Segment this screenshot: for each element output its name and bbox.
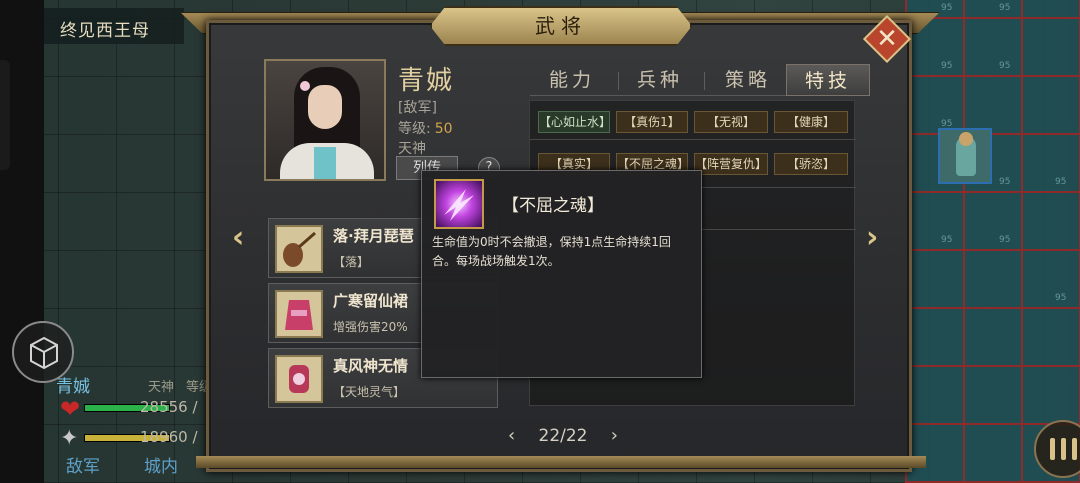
- hero-portrait: [264, 59, 386, 181]
- grid-label: 95: [999, 235, 1011, 245]
- tab-divider: [618, 72, 619, 90]
- grid-label: 95: [941, 61, 953, 71]
- tab-strategy[interactable]: 策略: [712, 64, 784, 96]
- next-general-arrow[interactable]: ›: [866, 220, 878, 255]
- equipment-name: 真风神无情: [333, 357, 409, 375]
- stage-title: 终见西王母: [44, 8, 184, 44]
- page-next-button[interactable]: ›: [611, 425, 618, 446]
- hero-level: 等级: 50: [398, 118, 453, 138]
- grid-label: 95: [941, 3, 953, 13]
- grid-label: 95: [999, 177, 1011, 187]
- tab-divider: [704, 72, 705, 90]
- skill-chip[interactable]: 【无视】: [694, 111, 768, 133]
- grid-label: 95: [1055, 293, 1067, 303]
- panel-title-plate: 武将: [430, 6, 692, 46]
- tooltip-skill-name: 【不屈之魂】: [502, 196, 604, 216]
- skill-chip[interactable]: 【阵营复仇】: [694, 153, 768, 175]
- page-indicator: ‹ 22/22 ›: [508, 425, 618, 450]
- menu-bar-icon: [1061, 438, 1066, 460]
- movement-grid[interactable]: 95 95 95 95 95 95 95 95 95 95: [905, 0, 1080, 483]
- skill-chip[interactable]: 【健康】: [774, 111, 848, 133]
- army-label: 敌军: [66, 457, 100, 477]
- close-icon: ✕: [876, 24, 898, 54]
- hero-name: 青娍: [398, 66, 455, 96]
- dress-icon: [275, 290, 323, 338]
- pipa-icon: [275, 225, 323, 273]
- location-label: 城内: [144, 457, 178, 477]
- row-divider: [530, 139, 856, 140]
- map-overview-button[interactable]: [12, 321, 74, 383]
- amulet-icon: [275, 355, 323, 403]
- hero-level-value: 50: [434, 121, 453, 137]
- hero-level-label: 等级:: [398, 121, 431, 137]
- skill-chip[interactable]: 【真伤1】: [616, 111, 688, 133]
- skill-tooltip: 【不屈之魂】 生命值为0时不会撤退，保持1点生命持续1回合。每场战场触发1次。: [421, 170, 702, 378]
- hp-value: 28556 /: [140, 398, 198, 416]
- menu-bar-icon: [1050, 438, 1055, 460]
- prev-general-arrow[interactable]: ‹: [232, 220, 244, 255]
- tooltip-skill-description: 生命值为0时不会撤退，保持1点生命持续1回合。每场战场触发1次。: [432, 235, 671, 268]
- edge-tab[interactable]: [0, 60, 10, 170]
- tab-ability[interactable]: 能力: [536, 64, 608, 96]
- hero-faction: [敌军]: [398, 100, 437, 116]
- grid-label: 95: [1055, 177, 1067, 187]
- left-edge-strip: [0, 0, 44, 483]
- grid-label: 95: [999, 3, 1011, 13]
- skill-chip[interactable]: 【心如止水】: [538, 111, 611, 133]
- grid-label: 95: [941, 235, 953, 245]
- tab-special-skills[interactable]: 特技: [786, 64, 870, 96]
- page-value: 22/22: [538, 426, 588, 446]
- menu-bar-icon: [1072, 438, 1077, 460]
- morale-value: 18960 /: [140, 428, 198, 446]
- page-prev-button[interactable]: ‹: [508, 425, 515, 446]
- equipment-name: 广寒留仙裙: [333, 292, 409, 310]
- equipment-name: 落·拜月琵琶: [333, 227, 414, 245]
- equipment-desc: 【天地灵气】: [333, 385, 406, 399]
- cube-icon: [30, 336, 58, 370]
- equipment-desc: 【落】: [333, 255, 370, 269]
- tab-bar: 能力 兵种 策略 特技: [530, 64, 870, 96]
- hero-class: 天神: [398, 141, 426, 157]
- unit-sprite[interactable]: [938, 128, 992, 184]
- tab-troops[interactable]: 兵种: [624, 64, 696, 96]
- lightning-slash-icon: [434, 179, 484, 229]
- equipment-desc: 增强伤害20%: [333, 320, 408, 334]
- panel-bottom-bar: [196, 456, 926, 468]
- skill-chip[interactable]: 【骄恣】: [774, 153, 848, 175]
- grid-label: 95: [999, 61, 1011, 71]
- panel-title: 武将: [535, 14, 587, 38]
- unit-class: 天神: [148, 380, 175, 395]
